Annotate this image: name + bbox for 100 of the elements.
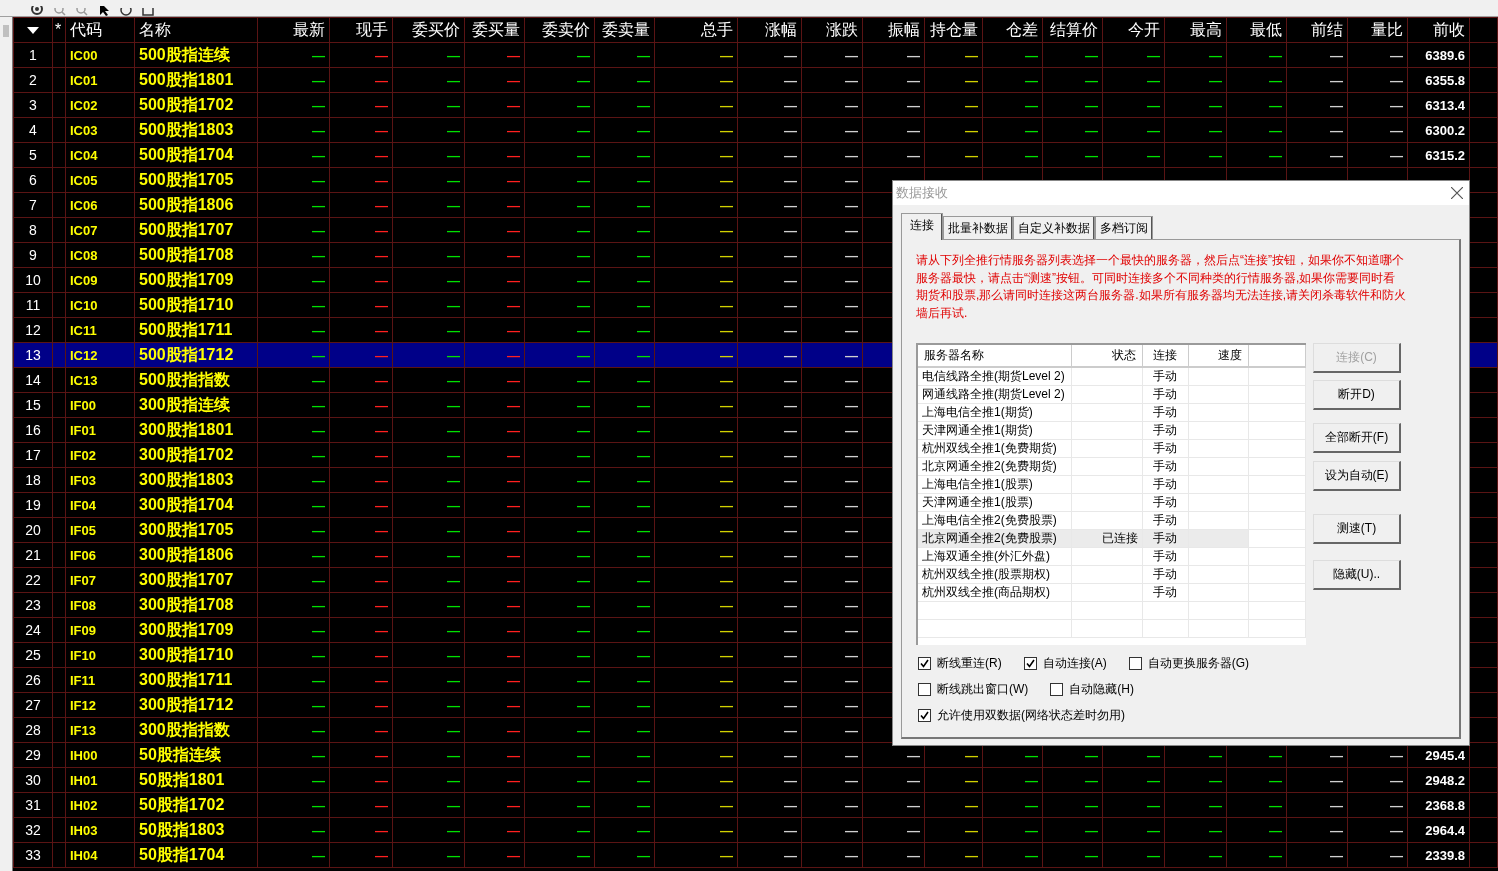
action-button[interactable]: 隐藏(U)..	[1313, 560, 1401, 590]
column-header[interactable]: *	[52, 17, 66, 43]
column-header[interactable]: 涨跌	[801, 17, 863, 43]
server-row[interactable]: 天津网通全推1(股票) 手动	[918, 493, 1306, 512]
server-row[interactable]: 杭州双线全推1(免费期货) 手动	[918, 439, 1306, 458]
column-header[interactable]: 最高	[1164, 17, 1227, 43]
action-button[interactable]: 全部断开(F)	[1313, 423, 1401, 453]
table-cell: —	[392, 567, 465, 593]
table-cell: —	[654, 742, 738, 768]
quote-row[interactable]: 4 IC03 500股指1803 — — — — — — — — — — — — — — — — — — 6300.2	[13, 117, 1498, 143]
column-header[interactable]: 涨幅	[737, 17, 802, 43]
table-cell: —	[329, 742, 393, 768]
column-header[interactable]: 总手	[654, 17, 738, 43]
table-cell: —	[594, 817, 655, 843]
quote-row[interactable]: 5 IC04 500股指1704 — — — — — — — — — — — — — — — — — — 6315.2	[13, 142, 1498, 168]
checkbox[interactable]	[1128, 656, 1142, 670]
table-cell: —	[524, 517, 595, 543]
tab[interactable]: 批量补数据	[943, 216, 1013, 239]
column-header[interactable]: 连接	[1142, 345, 1188, 367]
column-header[interactable]: 仓差	[982, 17, 1043, 43]
column-header[interactable]: 量比	[1347, 17, 1408, 43]
server-row[interactable]: 天津网通全推1(期货) 手动	[918, 421, 1306, 440]
table-cell: —	[654, 767, 738, 793]
table-cell: —	[1102, 817, 1165, 843]
server-row[interactable]: 北京网通全推2(免费期货) 手动	[918, 457, 1306, 476]
checkbox[interactable]	[918, 656, 931, 670]
table-cell: —	[392, 617, 465, 643]
table-cell: —	[392, 192, 465, 218]
quote-row[interactable]: 1 IC00 500股指连续 — — — — — — — — — — — — — — — — — — 6389.6	[13, 42, 1498, 68]
quote-row[interactable]: 30 IH01 50股指1801 — — — — — — — — — — — — — — — — — — 2948.2	[13, 767, 1498, 793]
checkbox[interactable]	[918, 682, 931, 696]
column-header[interactable]: 现手	[329, 17, 393, 43]
server-row[interactable]: 杭州双线全推(商品期权) 手动	[918, 583, 1306, 602]
quote-row[interactable]: 2 IC01 500股指1801 — — — — — — — — — — — — — — — — — — 6355.8	[13, 67, 1498, 93]
checkbox[interactable]	[918, 708, 931, 722]
close-icon[interactable]	[1451, 187, 1463, 199]
table-cell: —	[257, 242, 330, 268]
table-cell: —	[392, 142, 465, 168]
table-cell: —	[594, 692, 655, 718]
column-header[interactable]: 名称	[134, 17, 258, 43]
checkbox[interactable]	[1023, 656, 1037, 670]
table-cell: —	[1347, 117, 1408, 143]
quote-row[interactable]: 31 IH02 50股指1702 — — — — — — — — — — — — — — — — — — 2368.8	[13, 792, 1498, 818]
column-header[interactable]: 振幅	[862, 17, 925, 43]
action-button[interactable]: 断开D)	[1313, 380, 1401, 410]
table-cell: 网通线路全推(期货Level 2)	[918, 385, 1071, 404]
column-header[interactable]: 最低	[1226, 17, 1287, 43]
tab[interactable]: 自定义补数据	[1013, 216, 1095, 239]
server-row[interactable]: 网通线路全推(期货Level 2) 手动	[918, 385, 1306, 404]
table-cell: 300股指1708	[134, 592, 258, 618]
server-row[interactable]: 上海电信全推1(股票) 手动	[918, 475, 1306, 494]
row-number: 27	[13, 692, 53, 718]
quote-row[interactable]: 32 IH03 50股指1803 — — — — — — — — — — — — — — — — — — 2964.4	[13, 817, 1498, 843]
server-row[interactable]: 上海双通全推(外汇外盘) 手动	[918, 547, 1306, 566]
row-number: 13	[13, 342, 53, 368]
column-header[interactable]: 持仓量	[924, 17, 983, 43]
table-cell: —	[594, 142, 655, 168]
table-cell: —	[524, 442, 595, 468]
column-header[interactable]: 最新	[257, 17, 330, 43]
table-cell: —	[1226, 142, 1287, 168]
table-cell: —	[524, 842, 595, 868]
column-header[interactable]: 委卖量	[594, 17, 655, 43]
table-cell: —	[329, 42, 393, 68]
table-cell: —	[982, 817, 1043, 843]
column-header[interactable]: 前结	[1286, 17, 1348, 43]
tab[interactable]: 多档订阅	[1095, 216, 1153, 239]
table-cell: 300股指1806	[134, 542, 258, 568]
table-cell: —	[257, 817, 330, 843]
column-header[interactable]: 委买价	[392, 17, 465, 43]
table-cell: —	[594, 67, 655, 93]
cursor-icon[interactable]	[98, 6, 110, 16]
action-button[interactable]: 测速(T)	[1313, 514, 1401, 544]
table-cell: —	[801, 267, 863, 293]
quote-row[interactable]: 33 IH04 50股指1704 — — — — — — — — — — — — — — — — — — 2339.8	[13, 842, 1498, 868]
server-row[interactable]: 杭州双线全推(股票期权) 手动	[918, 565, 1306, 584]
server-row[interactable]: 上海电信全推1(期货) 手动	[918, 403, 1306, 422]
column-header[interactable]: 速度	[1188, 345, 1248, 367]
column-header[interactable]: 今开	[1102, 17, 1165, 43]
scroll-thumb[interactable]	[3, 25, 9, 37]
server-row[interactable]: 电信线路全推(期货Level 2) 手动	[918, 367, 1306, 386]
row-number: 28	[13, 717, 53, 743]
table-cell: —	[392, 492, 465, 518]
column-header[interactable]: 服务器名称	[918, 345, 1071, 367]
table-cell: —	[1164, 92, 1227, 118]
quote-row[interactable]: 3 IC02 500股指1702 — — — — — — — — — — — — — — — — — — 6313.4	[13, 92, 1498, 118]
table-cell: —	[594, 117, 655, 143]
column-header[interactable]: 前收	[1407, 17, 1470, 43]
column-header[interactable]: 委卖价	[524, 17, 595, 43]
checkbox[interactable]	[1050, 682, 1064, 696]
server-row[interactable]: 北京网通全推2(免费股票) 已连接 手动	[918, 529, 1306, 548]
column-header[interactable]: 委买量	[464, 17, 525, 43]
dropdown-arrow-icon[interactable]	[27, 27, 39, 35]
column-header[interactable]: 结算价	[1042, 17, 1103, 43]
server-row[interactable]: 上海电信全推2(免费股票) 手动	[918, 511, 1306, 530]
table-cell: —	[924, 92, 983, 118]
action-button[interactable]: 设为自动(E)	[1313, 461, 1401, 491]
tab[interactable]: 连接	[901, 213, 943, 240]
column-header[interactable]: 状态	[1071, 345, 1142, 367]
column-header[interactable]: 代码	[65, 17, 135, 43]
row-number: 21	[13, 542, 53, 568]
